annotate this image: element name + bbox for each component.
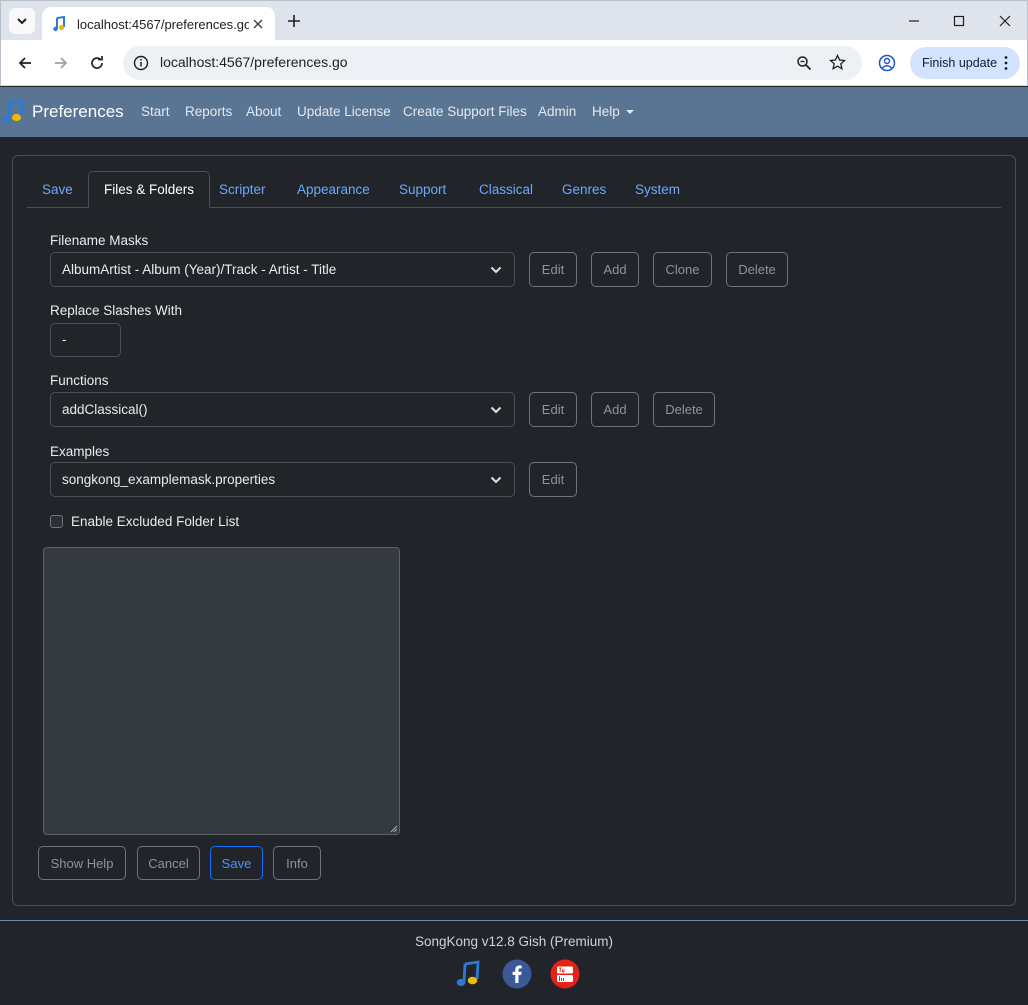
functions-label: Functions [50, 373, 109, 388]
facebook-icon[interactable] [502, 959, 532, 989]
filename-mask-edit-button[interactable]: Edit [529, 252, 577, 287]
examples-label: Examples [50, 444, 110, 459]
finish-update-label: Finish update [922, 56, 998, 70]
arrow-left-icon [18, 57, 31, 69]
preferences-card: Save Files & Folders Scripter Appearance… [12, 155, 1016, 906]
nav-link-about[interactable]: About [246, 104, 281, 119]
footer-version: SongKong v12.8 Gish (Premium) [414, 934, 614, 949]
tab-classical[interactable]: Classical [464, 171, 548, 208]
info-button[interactable]: Info [273, 846, 321, 880]
nav-link-update-license[interactable]: Update License [297, 104, 391, 119]
nav-link-reports[interactable]: Reports [185, 104, 232, 119]
tab-system[interactable]: System [620, 171, 695, 208]
close-icon [999, 15, 1011, 27]
youtube-icon[interactable] [550, 959, 580, 989]
tab-scripter[interactable]: Scripter [204, 171, 281, 208]
zoom-icon[interactable] [796, 55, 812, 71]
function-edit-button[interactable]: Edit [529, 392, 577, 427]
cancel-button[interactable]: Cancel [137, 846, 200, 880]
nav-link-help-label: Help [592, 104, 620, 119]
examples-value: songkong_examplemask.properties [62, 472, 276, 487]
nav-link-admin[interactable]: Admin [538, 104, 576, 119]
songkong-favicon-icon [53, 16, 65, 32]
site-info-icon[interactable] [133, 55, 149, 71]
address-url: localhost:4567/preferences.go [160, 54, 348, 70]
caret-down-icon [625, 110, 634, 115]
reload-button[interactable] [85, 51, 109, 75]
maximize-window-button[interactable] [948, 10, 970, 32]
browser-tab[interactable]: localhost:4567/preferences.go [42, 7, 275, 41]
profile-icon [878, 54, 896, 72]
close-window-button[interactable] [994, 10, 1016, 32]
filename-mask-clone-button[interactable]: Clone [653, 252, 712, 287]
bookmark-star-icon[interactable] [829, 54, 846, 71]
more-vertical-icon [1004, 56, 1008, 70]
arrow-right-icon [55, 57, 68, 69]
nav-link-create-support-files[interactable]: Create Support Files [403, 104, 527, 119]
excluded-folder-checkbox[interactable] [50, 515, 63, 528]
reload-icon [91, 56, 103, 69]
tab-support[interactable]: Support [384, 171, 461, 208]
tab-files-folders[interactable]: Files & Folders [88, 171, 211, 208]
function-delete-button[interactable]: Delete [653, 392, 715, 427]
brand[interactable]: Preferences [2, 99, 124, 125]
save-button[interactable]: Save [210, 846, 263, 880]
browser-tab-title: localhost:4567/preferences.go [77, 16, 249, 32]
browser-toolbar: localhost:4567/preferences.go Finish upd… [0, 40, 1028, 86]
functions-value: addClassical() [62, 402, 148, 417]
nav-link-start[interactable]: Start [141, 104, 170, 119]
tab-search-button[interactable] [9, 8, 35, 34]
excluded-folder-label: Enable Excluded Folder List [71, 514, 240, 529]
resize-grip-icon[interactable] [388, 823, 398, 833]
replace-slashes-label: Replace Slashes With [50, 303, 183, 318]
tab-save[interactable]: Save [27, 171, 88, 208]
replace-slashes-value: - [62, 332, 67, 347]
footer-divider [0, 920, 1028, 921]
profile-button[interactable] [875, 51, 899, 75]
tab-genres[interactable]: Genres [547, 171, 621, 208]
minimize-icon [909, 20, 919, 22]
forward-button[interactable] [49, 51, 73, 75]
new-tab-button[interactable] [284, 11, 304, 31]
replace-slashes-input[interactable]: - [50, 323, 121, 357]
tab-appearance[interactable]: Appearance [282, 171, 385, 208]
functions-select[interactable]: addClassical() [50, 392, 515, 427]
brand-title: Preferences [32, 102, 124, 121]
filename-masks-label: Filename Masks [50, 233, 149, 248]
back-button[interactable] [13, 51, 37, 75]
excluded-folder-textarea[interactable] [43, 547, 400, 835]
maximize-icon [953, 15, 965, 27]
function-add-button[interactable]: Add [591, 392, 639, 427]
filename-mask-delete-button[interactable]: Delete [726, 252, 788, 287]
nav-link-help[interactable]: Help [592, 104, 634, 119]
chevron-down-icon [490, 406, 502, 414]
chevron-down-icon [17, 18, 27, 25]
chevron-down-icon [490, 476, 502, 484]
filename-mask-add-button[interactable]: Add [591, 252, 639, 287]
songkong-logo-icon [2, 99, 24, 123]
minimize-window-button[interactable] [903, 10, 925, 32]
filename-masks-value: AlbumArtist - Album (Year)/Track - Artis… [62, 262, 337, 277]
plus-icon [288, 15, 300, 27]
close-tab-button[interactable] [249, 15, 267, 33]
address-bar[interactable]: localhost:4567/preferences.go [123, 46, 862, 80]
example-edit-button[interactable]: Edit [529, 462, 577, 497]
examples-select[interactable]: songkong_examplemask.properties [50, 462, 515, 497]
show-help-button[interactable]: Show Help [38, 846, 126, 880]
songkong-logo-icon[interactable] [454, 959, 484, 989]
filename-masks-select[interactable]: AlbumArtist - Album (Year)/Track - Artis… [50, 252, 515, 287]
chevron-down-icon [490, 266, 502, 274]
finish-update-button[interactable]: Finish update [910, 47, 1020, 79]
browser-tabstrip: localhost:4567/preferences.go [0, 0, 1028, 41]
app-navbar: Preferences Start Reports About Update L… [0, 87, 1028, 137]
close-icon [253, 19, 263, 29]
